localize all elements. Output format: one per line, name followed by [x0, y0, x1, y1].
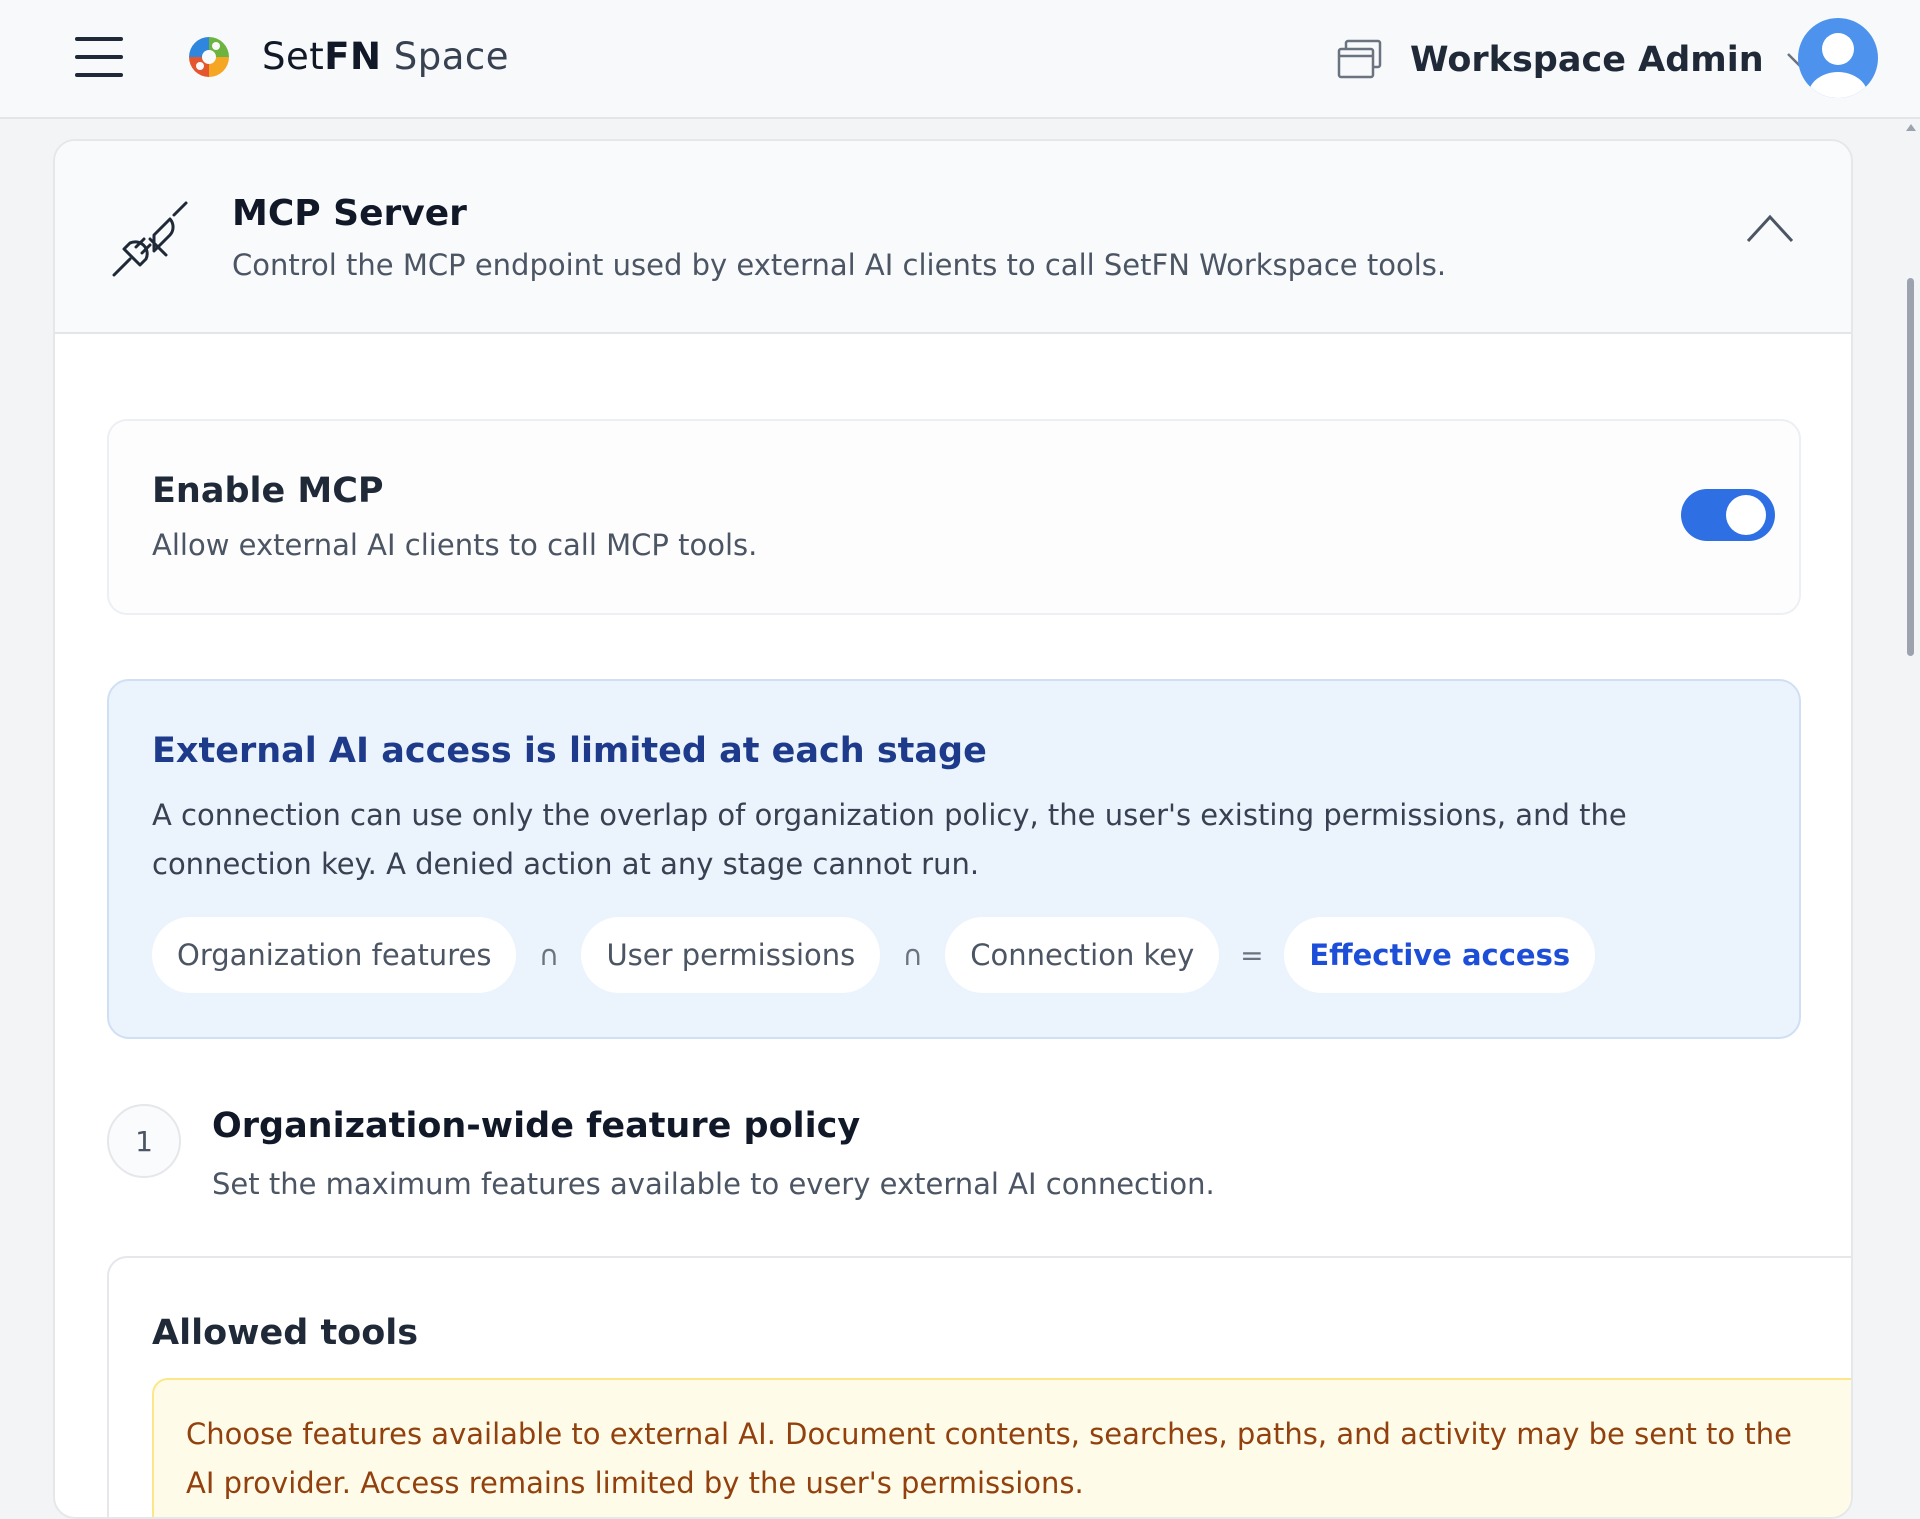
intersection-operator: ∩ — [902, 938, 923, 972]
enable-mcp-description: Allow external AI clients to call MCP to… — [152, 528, 758, 562]
top-bar: SetFN Space Workspace Admin — [0, 0, 1920, 119]
user-avatar[interactable] — [1798, 18, 1878, 98]
mcp-server-title: MCP Server — [232, 193, 467, 234]
pill-connection-key: Connection key — [945, 917, 1220, 993]
access-info-text: A connection can use only the overlap of… — [152, 798, 1627, 881]
enable-mcp-toggle[interactable] — [1681, 489, 1775, 541]
access-info-panel: External AI access is limited at each st… — [107, 679, 1801, 1039]
mcp-server-subtitle: Control the MCP endpoint used by externa… — [232, 248, 1447, 282]
mcp-server-card: MCP Server Control the MCP endpoint used… — [53, 139, 1853, 1519]
enable-mcp-section: Enable MCP Allow external AI clients to … — [107, 419, 1801, 615]
brand-part-fn: FN — [324, 35, 382, 78]
scrollbar-thumb[interactable] — [1907, 278, 1914, 656]
step-number-badge: 1 — [107, 1104, 181, 1178]
pill-effective-access: Effective access — [1284, 917, 1596, 993]
workspace-switcher[interactable]: Workspace Admin — [1336, 36, 1812, 84]
step-description: Set the maximum features available to ev… — [212, 1167, 1215, 1201]
user-avatar-icon — [1808, 33, 1868, 98]
allowed-tools-section: Allowed tools Choose features available … — [107, 1256, 1851, 1517]
allowed-tools-title: Allowed tools — [152, 1313, 419, 1353]
setfn-logo-icon — [189, 37, 229, 77]
toggle-knob — [1726, 495, 1766, 535]
pill-organization-features: Organization features — [152, 917, 517, 993]
brand-part-set: Set — [262, 35, 325, 78]
windows-stack-icon — [1337, 39, 1382, 79]
hamburger-menu-icon[interactable] — [75, 37, 123, 77]
plug-icon — [112, 201, 188, 277]
intersection-operator: ∩ — [538, 938, 560, 972]
step-title: Organization-wide feature policy — [212, 1106, 861, 1146]
scroll-up-arrow-icon[interactable] — [1906, 124, 1916, 131]
workspace-name: Workspace Admin — [1410, 40, 1764, 80]
pill-user-permissions: User permissions — [581, 917, 881, 993]
access-formula: Organization features ∩ User permissions… — [152, 917, 1596, 993]
brand-part-space: Space — [381, 35, 510, 78]
access-info-title: External AI access is limited at each st… — [152, 731, 987, 771]
chevron-up-icon[interactable] — [1745, 211, 1795, 245]
allowed-tools-warning-text: Choose features available to external AI… — [186, 1417, 1792, 1500]
mcp-server-card-header[interactable]: MCP Server Control the MCP endpoint used… — [55, 141, 1851, 334]
brand-name[interactable]: SetFN Space — [262, 32, 509, 82]
enable-mcp-title: Enable MCP — [152, 471, 384, 511]
allowed-tools-warning: Choose features available to external AI… — [152, 1378, 1851, 1517]
equals-operator: = — [1240, 938, 1264, 972]
